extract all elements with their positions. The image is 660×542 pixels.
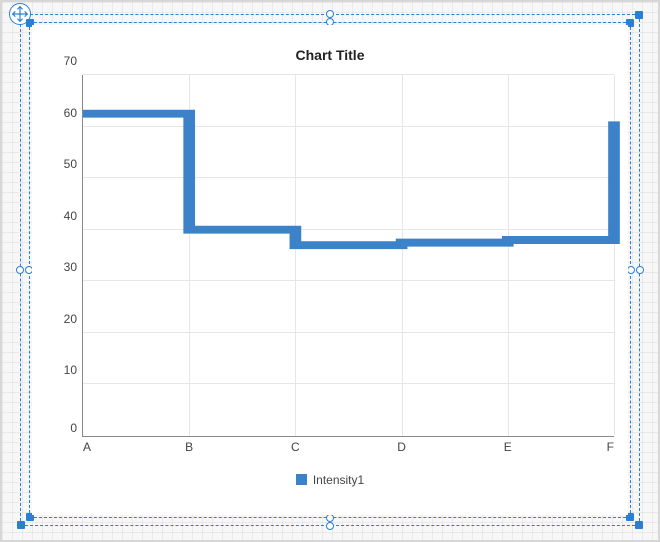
resize-handle-tr[interactable] [635,11,643,19]
resize-handle-inner-b[interactable] [326,514,334,522]
ytick-60: 60 [64,106,77,120]
ytick-0: 0 [70,421,77,435]
xtick-F: F [607,440,614,454]
plot-area[interactable]: 0 10 20 30 40 50 60 70 A B C D E F [82,75,614,437]
ytick-70: 70 [64,54,77,68]
resize-handle-inner-r[interactable] [627,266,635,274]
resize-handle-l[interactable] [16,266,24,274]
resize-handle-r[interactable] [636,266,644,274]
xtick-C: C [291,440,300,454]
legend-swatch-icon [296,474,307,485]
xtick-A: A [83,440,91,454]
resize-handle-bl[interactable] [17,521,25,529]
xtick-D: D [397,440,406,454]
ytick-30: 30 [64,260,77,274]
resize-handle-b[interactable] [326,522,334,530]
legend-label: Intensity1 [313,473,364,487]
resize-handle-br[interactable] [635,521,643,529]
legend[interactable]: Intensity1 [32,473,628,487]
ytick-40: 40 [64,209,77,223]
chart-panel[interactable]: Chart Title 0 10 20 30 40 50 60 70 [32,25,628,515]
resize-handle-t[interactable] [326,10,334,18]
xtick-B: B [185,440,193,454]
ytick-20: 20 [64,312,77,326]
designer-canvas: Chart Title 0 10 20 30 40 50 60 70 [0,0,660,542]
ytick-10: 10 [64,363,77,377]
chart-title[interactable]: Chart Title [32,47,628,63]
series-line[interactable] [83,75,614,436]
xtick-E: E [504,440,512,454]
ytick-50: 50 [64,157,77,171]
